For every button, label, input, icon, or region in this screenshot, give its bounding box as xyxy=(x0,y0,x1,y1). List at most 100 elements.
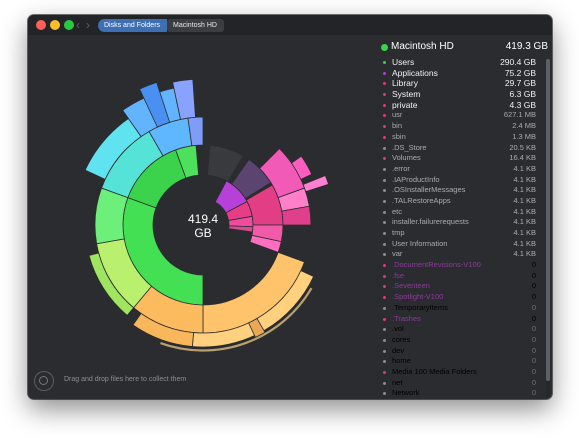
minimize-window-button[interactable] xyxy=(50,20,60,30)
folder-size: 0 xyxy=(531,270,536,280)
zoom-window-button[interactable] xyxy=(64,20,74,30)
list-item[interactable]: .TALRestoreApps 4.1 KB xyxy=(375,196,552,207)
folder-color-dot xyxy=(383,210,386,214)
list-item[interactable]: Applications 75.2 GB xyxy=(375,68,552,79)
list-item[interactable]: bin 2.4 MB xyxy=(375,121,552,132)
sunburst-segment[interactable] xyxy=(302,175,330,193)
disk-size: 419.3 GB xyxy=(505,41,548,52)
list-item[interactable]: .Spotlight-V100 0 xyxy=(375,292,552,303)
folder-name: .OSInstallerMessages xyxy=(392,185,466,195)
folder-size: 16.4 KB xyxy=(509,153,536,163)
folder-color-dot xyxy=(383,61,386,64)
folder-name: Network xyxy=(392,388,420,398)
list-item[interactable]: .Seventeen 0 xyxy=(375,281,552,292)
folder-name: .fse xyxy=(392,270,405,280)
folder-name: User Information xyxy=(392,238,448,248)
list-item[interactable]: var 4.1 KB xyxy=(375,249,552,260)
list-item[interactable]: .TemporaryItems 0 xyxy=(375,303,552,314)
list-item[interactable]: home 0 xyxy=(375,356,552,367)
list-item[interactable]: cores 0 xyxy=(375,335,552,346)
folder-name: etc xyxy=(392,206,403,216)
list-item[interactable]: .error 4.1 KB xyxy=(375,164,552,175)
folder-color-dot xyxy=(383,189,386,193)
folder-color-dot xyxy=(383,392,386,396)
list-item[interactable]: Volumes 16.4 KB xyxy=(375,153,552,164)
folder-size: 0 xyxy=(531,281,536,291)
folder-color-dot xyxy=(383,157,386,161)
list-item[interactable]: .DS_Store 20.5 KB xyxy=(375,143,552,154)
sunburst-segment[interactable] xyxy=(94,187,129,245)
list-item[interactable]: .DocumentRevisions-V100 0 xyxy=(375,260,552,271)
panel-header[interactable]: Macintosh HD 419.3 GB xyxy=(375,39,552,57)
sunburst-center-unit: GB xyxy=(194,226,211,240)
list-item[interactable]: private 4.3 GB xyxy=(375,100,552,111)
main-content: 419.4 GB Drag and drop files here to col… xyxy=(28,35,552,399)
list-item[interactable]: tmp 4.1 KB xyxy=(375,228,552,239)
folder-name: net xyxy=(392,377,403,387)
folder-color-dot xyxy=(383,199,386,203)
list-item[interactable]: installer.failurerequests 4.1 KB xyxy=(375,217,552,228)
folder-name: var xyxy=(392,249,403,259)
folder-color-dot xyxy=(383,125,386,129)
folder-size: 29.7 GB xyxy=(504,78,536,89)
folder-color-dot xyxy=(383,232,386,235)
folder-size: 75.2 GB xyxy=(504,67,536,78)
list-item[interactable]: usr 627.1 MB xyxy=(375,110,552,121)
sunburst-segment-private[interactable] xyxy=(228,225,254,233)
list-item[interactable]: System 6.3 GB xyxy=(375,89,552,100)
folder-color-dot xyxy=(383,178,386,182)
disk-usage-sunburst[interactable]: 419.4 GB xyxy=(28,35,375,399)
folder-size: 0 xyxy=(531,345,536,355)
list-item[interactable]: .IAProductInfo 4.1 KB xyxy=(375,175,552,186)
folder-color-dot xyxy=(383,349,386,353)
list-item[interactable]: Network 0 xyxy=(375,388,552,399)
scrollbar-thumb[interactable] xyxy=(546,59,550,381)
drop-zone[interactable]: Drag and drop files here to collect them xyxy=(30,367,230,395)
folder-size: 0 xyxy=(531,388,536,398)
disk-color-dot xyxy=(381,44,388,51)
list-item[interactable]: net 0 xyxy=(375,378,552,389)
folder-color-dot xyxy=(383,360,386,364)
list-item[interactable]: Media 100 Media Folders 0 xyxy=(375,367,552,378)
folder-name: sbin xyxy=(392,131,406,141)
breadcrumb-disks-and-folders[interactable]: Disks and Folders xyxy=(98,19,168,32)
folder-name: .DS_Store xyxy=(392,142,427,152)
folder-name: home xyxy=(392,356,411,366)
folder-name: .DocumentRevisions-V100 xyxy=(392,260,481,270)
folder-name: .Trashes xyxy=(392,313,421,323)
chevron-right-icon[interactable]: › xyxy=(86,17,90,33)
folder-color-dot xyxy=(383,381,386,385)
list-item[interactable]: Library 29.7 GB xyxy=(375,78,552,89)
list-item[interactable]: sbin 1.3 MB xyxy=(375,132,552,143)
list-item[interactable]: dev 0 xyxy=(375,346,552,357)
folder-color-dot xyxy=(383,146,386,150)
list-item[interactable]: .vol 0 xyxy=(375,324,552,335)
folder-name: usr xyxy=(392,110,403,120)
folder-size: 4.1 KB xyxy=(513,228,536,237)
app-window: ‹ › Disks and Folders Macintosh HD 419.4… xyxy=(28,15,552,399)
folder-color-dot xyxy=(383,370,386,374)
folder-size: 4.3 GB xyxy=(509,99,536,110)
folder-size: 2.4 MB xyxy=(512,121,536,131)
list-item[interactable]: .OSInstallerMessages 4.1 KB xyxy=(375,185,552,196)
folder-color-dot xyxy=(383,82,386,86)
close-window-button[interactable] xyxy=(36,20,46,30)
folder-size: 4.1 KB xyxy=(513,174,536,184)
list-item[interactable]: etc 4.1 KB xyxy=(375,207,552,218)
folder-color-dot xyxy=(383,221,386,225)
folder-name: .Spotlight-V100 xyxy=(392,292,444,302)
folder-size: 0 xyxy=(531,356,536,366)
list-item[interactable]: .Trashes 0 xyxy=(375,314,552,325)
folder-color-dot xyxy=(383,71,386,75)
list-item[interactable]: User Information 4.1 KB xyxy=(375,239,552,250)
chevron-left-icon[interactable]: ‹ xyxy=(76,17,80,33)
breadcrumb-macintosh-hd[interactable]: Macintosh HD xyxy=(167,19,224,32)
folder-size: 4.1 KB xyxy=(513,238,536,248)
list-item[interactable]: Users 290.4 GB xyxy=(375,57,552,68)
list-item[interactable]: .fse 0 xyxy=(375,271,552,282)
folder-name: Applications xyxy=(392,67,438,78)
sunburst-center-value: 419.4 xyxy=(188,212,218,226)
folder-size: 4.1 KB xyxy=(513,195,536,205)
drop-zone-label: Drag and drop files here to collect them xyxy=(64,376,187,383)
folder-name: cores xyxy=(392,334,411,344)
